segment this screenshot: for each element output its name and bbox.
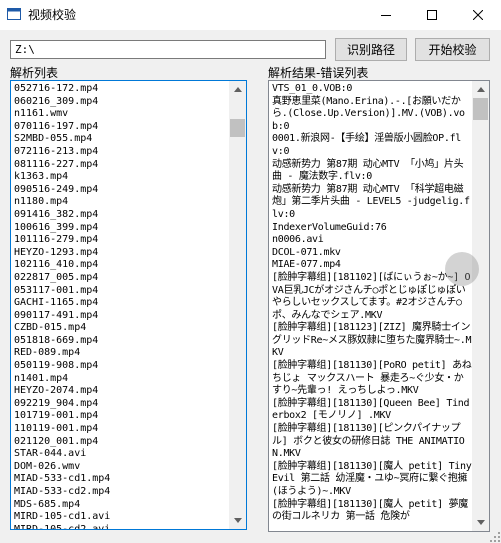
- list-item[interactable]: 060216_309.mp4: [14, 96, 226, 109]
- list-item[interactable]: DOM-026.wmv: [14, 461, 226, 474]
- list-item[interactable]: VTS_01_0.VOB:0: [272, 83, 472, 96]
- list-item[interactable]: [脸肿字幕组][181130][魔人 petit] 夢魔の街コルネリカ 第一話 …: [272, 499, 472, 524]
- list-item[interactable]: 110119-001.mp4: [14, 423, 226, 436]
- list-item[interactable]: k1363.mp4: [14, 171, 226, 184]
- list-item[interactable]: 102116_410.mp4: [14, 259, 226, 272]
- chevron-up-icon: [476, 87, 485, 92]
- app-icon: [7, 8, 21, 20]
- error-listbox[interactable]: VTS_01_0.VOB:0 真野恵里菜(Mano.Erina).-.[お願いだか…: [268, 80, 490, 532]
- list-item[interactable]: MIRD-105-cd2.avi: [14, 524, 226, 529]
- list-item[interactable]: 101116-279.mp4: [14, 234, 226, 247]
- window-title: 视频校验: [28, 8, 77, 22]
- resize-grip-icon[interactable]: [490, 532, 500, 542]
- list-item[interactable]: n1401.mp4: [14, 373, 226, 386]
- list-item[interactable]: 051818-669.mp4: [14, 335, 226, 348]
- list-item[interactable]: [脸肿字幕组][181130][PoRO petit] あねちじょ マックスハー…: [272, 360, 472, 398]
- list-item[interactable]: 081116-227.mp4: [14, 159, 226, 172]
- start-verify-button[interactable]: 开始校验: [415, 38, 490, 61]
- scroll-thumb[interactable]: [230, 119, 245, 137]
- scroll-up-button[interactable]: [229, 81, 246, 98]
- list-item[interactable]: HEYZO-2074.mp4: [14, 385, 226, 398]
- list-item[interactable]: 101719-001.mp4: [14, 410, 226, 423]
- list-item[interactable]: 050119-908.mp4: [14, 360, 226, 373]
- parse-list-label: 解析列表: [10, 66, 59, 80]
- list-item[interactable]: 100616_399.mp4: [14, 222, 226, 235]
- list-item[interactable]: [脸肿字幕组][181130][Queen Bee] Tinderbox2 [モ…: [272, 398, 472, 423]
- list-item[interactable]: IndexerVolumeGuid:76: [272, 222, 472, 235]
- path-input[interactable]: Z:\: [10, 40, 326, 59]
- touch-scroll-indicator: [445, 252, 479, 286]
- chevron-down-icon: [233, 518, 242, 523]
- list-item[interactable]: n1161.wmv: [14, 108, 226, 121]
- list-item[interactable]: 070116-197.mp4: [14, 121, 226, 134]
- list-item[interactable]: 0001.新浪网-【手绘】淫兽版小圆脸OP.flv:0: [272, 133, 472, 158]
- recognize-path-button[interactable]: 识别路径: [335, 38, 407, 61]
- list-item[interactable]: n1180.mp4: [14, 196, 226, 209]
- list-item[interactable]: 092219_904.mp4: [14, 398, 226, 411]
- list-item[interactable]: 动感新势力 第87期 动心MTV 「小鸠」片头曲 - 魔法数字.flv:0: [272, 159, 472, 184]
- scroll-up-button[interactable]: [472, 81, 489, 98]
- list-item[interactable]: n0006.avi: [272, 234, 472, 247]
- list-item[interactable]: STAR-044.avi: [14, 448, 226, 461]
- list-item[interactable]: MIAE-077.mp4: [272, 259, 472, 272]
- list-item[interactable]: MIAD-533-cd2.mp4: [14, 486, 226, 499]
- list-item[interactable]: HEYZO-1293.mp4: [14, 247, 226, 260]
- close-icon: [473, 10, 483, 20]
- list-item[interactable]: CZBD-015.mp4: [14, 322, 226, 335]
- list-item[interactable]: [脸肿字幕组][181123][ZIZ] 魔界騎士イングリッドRe~メス豚奴隷に…: [272, 322, 472, 360]
- list-item[interactable]: [脸肿字幕组][181102][ばにぃうぉ~か~] OVA巨乳JCがオジさんチ○…: [272, 272, 472, 322]
- minimize-button[interactable]: [363, 0, 409, 30]
- list-item[interactable]: 090516-249.mp4: [14, 184, 226, 197]
- scroll-down-button[interactable]: [229, 512, 246, 529]
- maximize-button[interactable]: [409, 0, 455, 30]
- parse-list-scrollbar[interactable]: [229, 81, 246, 529]
- list-item[interactable]: MDS-685.mp4: [14, 499, 226, 512]
- parse-listbox[interactable]: 052716-172.mp4 060216_309.mp4 n1161.wmv 070…: [10, 80, 247, 530]
- list-item[interactable]: MIRD-105-cd1.avi: [14, 511, 226, 524]
- minimize-icon: [381, 15, 391, 16]
- list-item[interactable]: 真野恵里菜(Mano.Erina).-.[お願いだから.(Close.Up.Ve…: [272, 96, 472, 134]
- list-item[interactable]: 072116-213.mp4: [14, 146, 226, 159]
- close-button[interactable]: [455, 0, 501, 30]
- list-item[interactable]: GACHI-1165.mp4: [14, 297, 226, 310]
- scroll-down-button[interactable]: [472, 514, 489, 531]
- list-item[interactable]: S2MBD-055.mp4: [14, 133, 226, 146]
- parse-list-items: 052716-172.mp4 060216_309.mp4 n1161.wmv 070…: [14, 83, 226, 529]
- chevron-down-icon: [476, 520, 485, 525]
- list-item[interactable]: 091416_382.mp4: [14, 209, 226, 222]
- error-list-items: VTS_01_0.VOB:0 真野恵里菜(Mano.Erina).-.[お願いだか…: [272, 83, 472, 524]
- list-item[interactable]: 053117-001.mp4: [14, 285, 226, 298]
- list-item[interactable]: [脸肿字幕组][181130][ピンクパイナップル] ボクと彼女の研修日誌 TH…: [272, 423, 472, 461]
- title-bar: 视频校验: [0, 0, 501, 30]
- scroll-thumb[interactable]: [473, 98, 488, 120]
- list-item[interactable]: [脸肿字幕组][181130][魔人 petit] Tiny Evil 第二話 …: [272, 461, 472, 499]
- list-item[interactable]: 090117-491.mp4: [14, 310, 226, 323]
- list-item[interactable]: 动感新势力 第87期 动心MTV 「科学超电磁炮」第二季片头曲 - LEVEL5…: [272, 184, 472, 222]
- error-list-scrollbar[interactable]: [472, 81, 489, 531]
- maximize-icon: [427, 10, 437, 20]
- list-item[interactable]: RED-089.mp4: [14, 347, 226, 360]
- list-item[interactable]: DCOL-071.mkv: [272, 247, 472, 260]
- error-list-label: 解析结果-错误列表: [268, 66, 369, 80]
- list-item[interactable]: MIAD-533-cd1.mp4: [14, 473, 226, 486]
- chevron-up-icon: [233, 87, 242, 92]
- list-item[interactable]: 022817_005.mp4: [14, 272, 226, 285]
- list-item[interactable]: 052716-172.mp4: [14, 83, 226, 96]
- list-item[interactable]: 021120_001.mp4: [14, 436, 226, 449]
